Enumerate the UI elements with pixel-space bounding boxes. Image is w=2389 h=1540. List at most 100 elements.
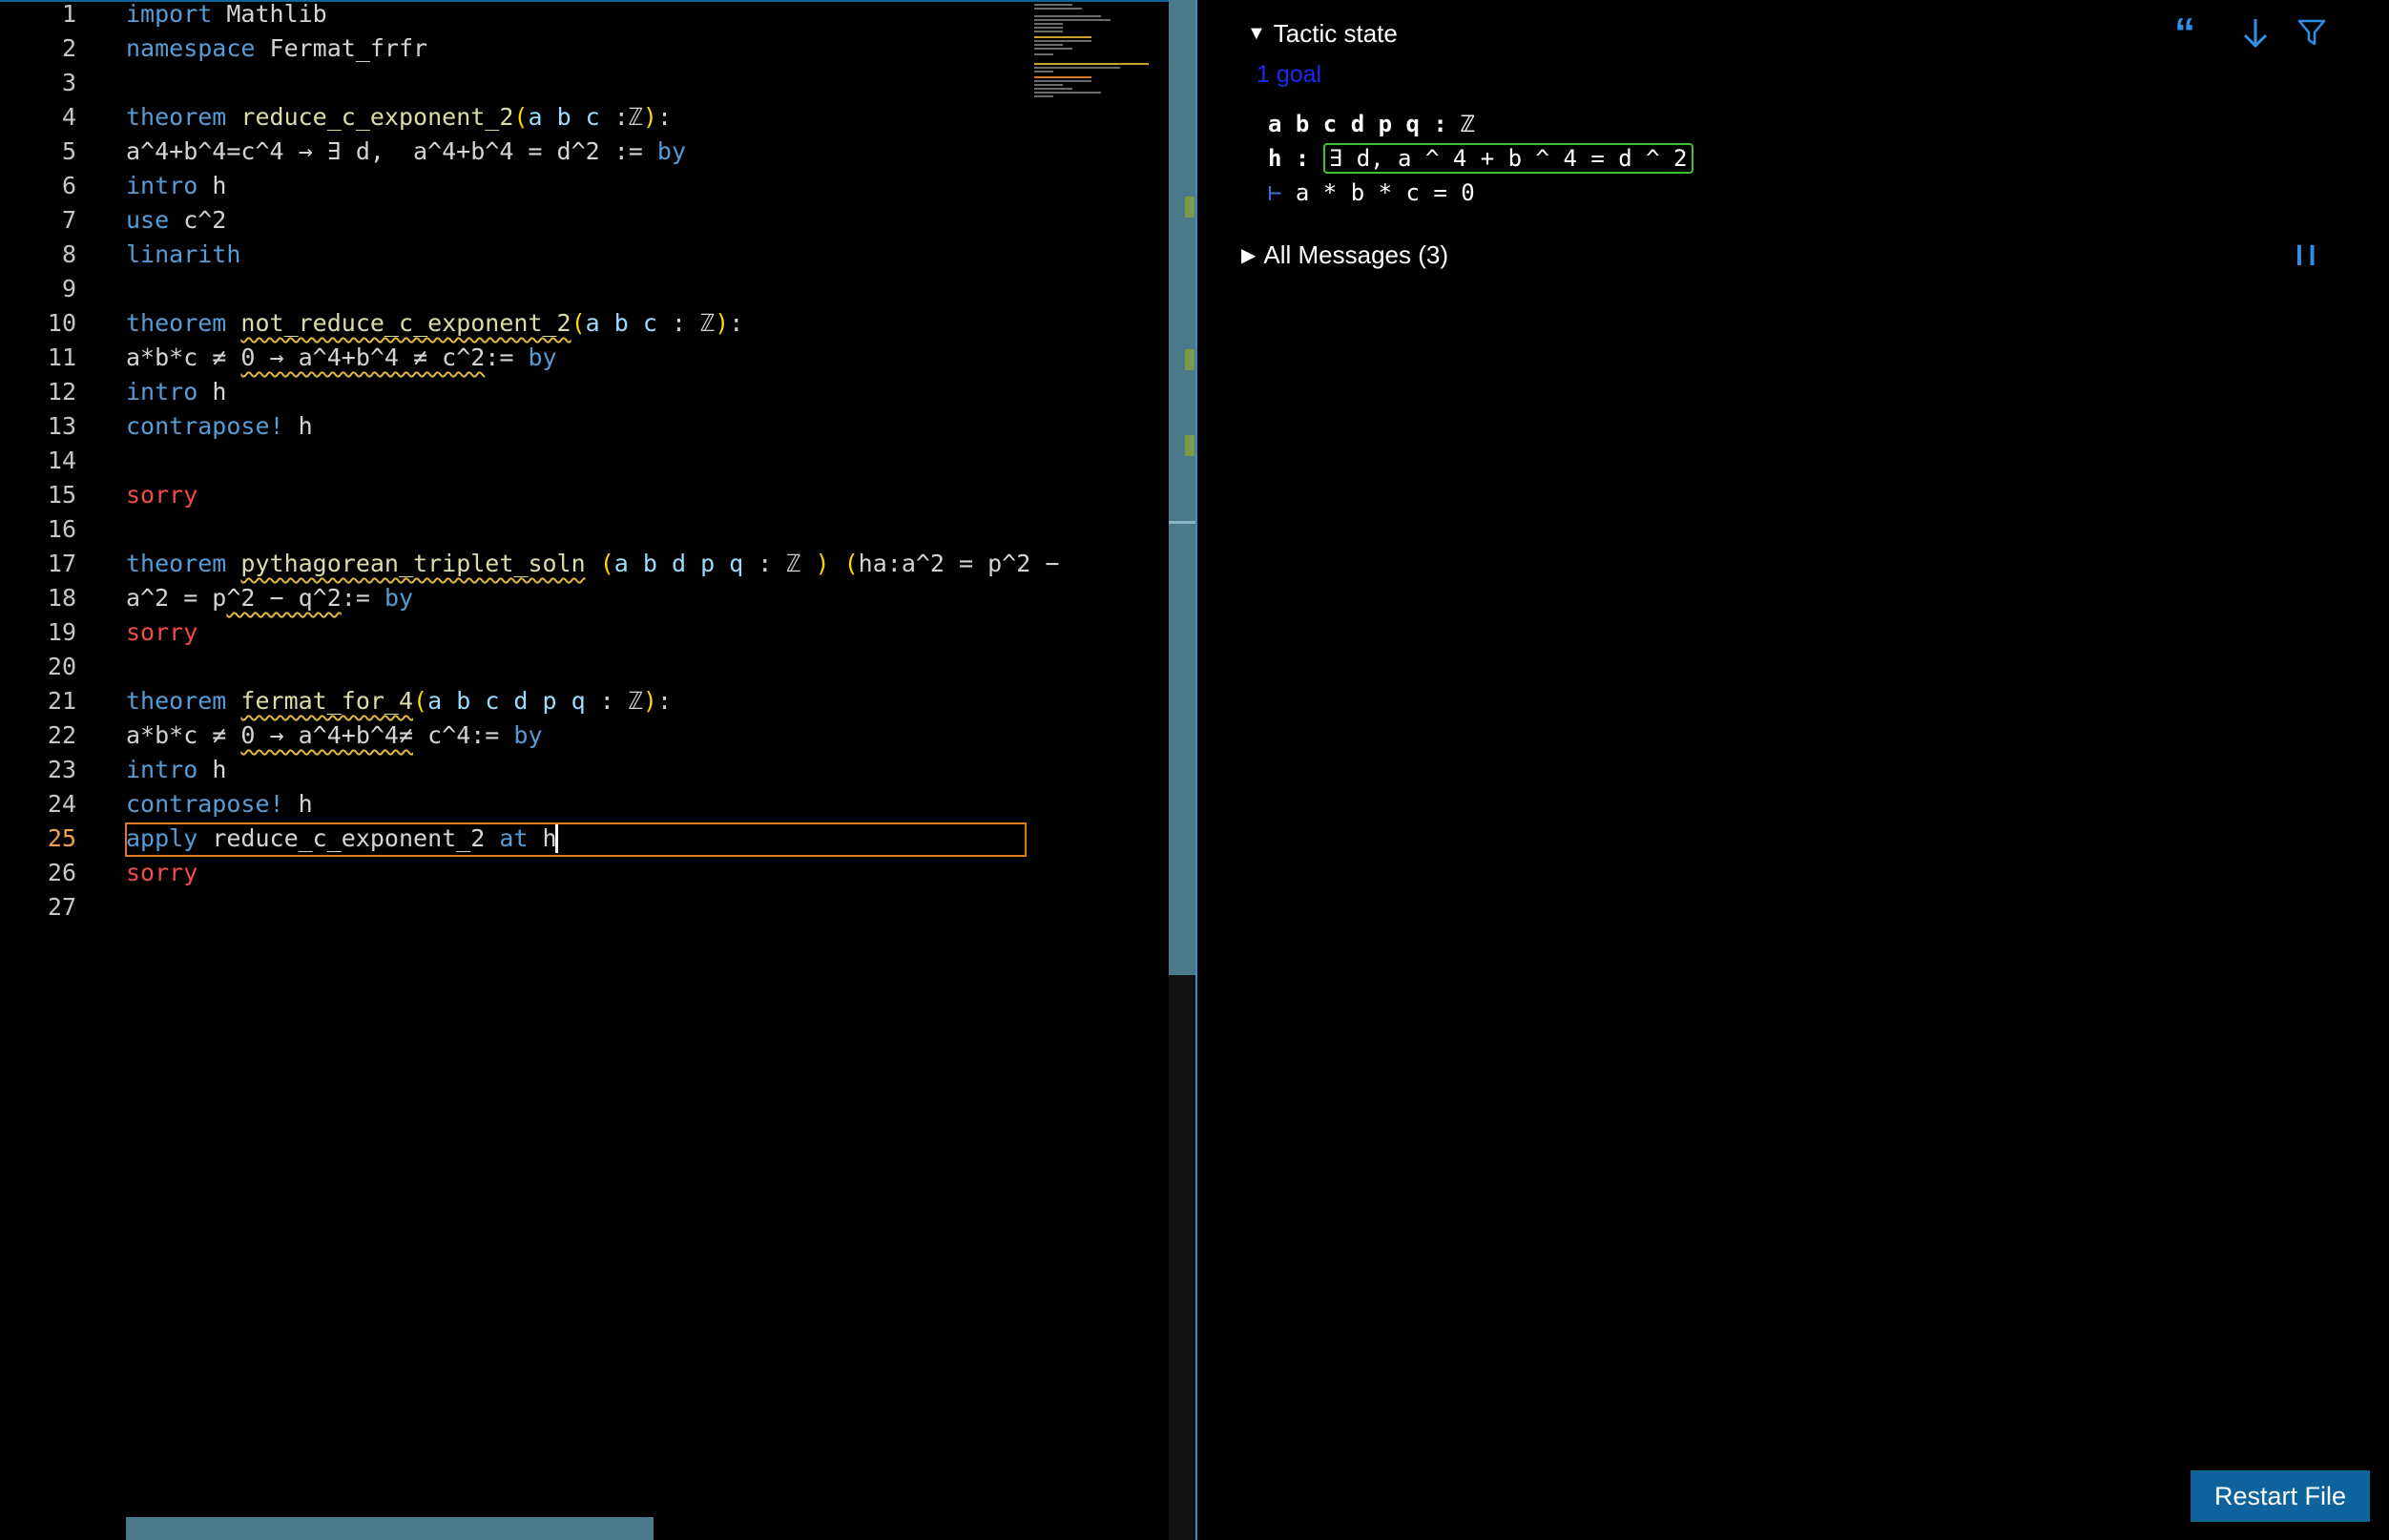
scroll-change-marker — [1185, 349, 1194, 370]
hyp-var-names: a b c d p q — [1268, 111, 1420, 137]
code-line[interactable]: 1 import Mathlib — [0, 0, 1174, 31]
code-line[interactable]: 23 intro h — [0, 753, 1174, 787]
code-text[interactable]: sorry — [126, 856, 197, 890]
code-token: ) — [815, 550, 830, 577]
hyp-h-expression[interactable]: ∃ d, a ^ 4 + b ^ 4 = d ^ 2 — [1322, 143, 1693, 174]
horizontal-scrollbar-thumb[interactable] — [126, 1517, 654, 1540]
code-text[interactable]: namespace Fermat_frfr — [126, 31, 427, 66]
code-text[interactable]: theorem fermat_for_4(a b c d p q : ℤ): — [126, 684, 672, 718]
code-text[interactable]: use c^2 — [126, 203, 226, 238]
code-line[interactable]: 15 sorry — [0, 478, 1174, 512]
code-line[interactable]: 12 intro h — [0, 375, 1174, 409]
code-token: ha:a^2 = p^2 − — [858, 550, 1060, 577]
code-token: : ℤ — [758, 550, 816, 577]
code-text[interactable]: a^2 = p^2 − q^2:= by — [126, 581, 413, 615]
quote-icon[interactable]: “ — [2174, 10, 2195, 57]
code-text[interactable]: import Mathlib — [126, 0, 327, 31]
code-token: contrapose! — [126, 412, 284, 440]
text-cursor — [554, 824, 558, 853]
code-token: h — [283, 412, 313, 440]
code-line[interactable]: 13 contrapose! h — [0, 409, 1174, 444]
code-token: namespace — [126, 34, 256, 62]
code-token: h — [197, 172, 227, 199]
code-token: := — [485, 343, 529, 371]
code-token: a*b*c ≠ — [126, 721, 241, 749]
code-token: h — [283, 790, 313, 818]
code-token: : — [729, 309, 744, 337]
goal-line[interactable]: ⊢ a * b * c = 0 — [1268, 176, 1475, 210]
code-line[interactable]: 6 intro h — [0, 169, 1174, 203]
code-line[interactable]: 21 theorem fermat_for_4(a b c d p q : ℤ): — [0, 684, 1174, 718]
code-token: ) — [642, 103, 657, 131]
code-text[interactable]: theorem pythagorean_triplet_soln (a b d … — [126, 547, 1059, 581]
code-text[interactable]: theorem not_reduce_c_exponent_2(a b c : … — [126, 306, 743, 341]
vertical-scrollbar-thumb[interactable] — [1169, 0, 1195, 975]
code-token: a^2 = p — [126, 584, 227, 612]
code-token: not_reduce_c_exponent_2 — [240, 309, 571, 337]
code-line[interactable]: 16 — [0, 512, 1174, 547]
code-text[interactable]: intro h — [126, 375, 226, 409]
code-text[interactable]: linarith — [126, 238, 240, 272]
minimap[interactable] — [1030, 0, 1170, 105]
code-text[interactable]: contrapose! h — [126, 409, 313, 444]
restart-file-button[interactable]: Restart File — [2191, 1470, 2370, 1522]
filter-icon[interactable] — [2296, 17, 2327, 55]
line-number: 18 — [47, 584, 76, 612]
scroll-position-marker — [1169, 521, 1195, 524]
triangle-down-icon: ▼ — [1247, 23, 1266, 44]
code-text[interactable]: sorry — [126, 615, 197, 650]
code-text[interactable]: intro h — [126, 169, 226, 203]
line-number: 2 — [61, 34, 76, 62]
scroll-change-marker — [1185, 435, 1194, 456]
code-line[interactable]: 17 theorem pythagorean_triplet_soln (a b … — [0, 547, 1174, 581]
goal-expression[interactable]: a * b * c = 0 — [1296, 179, 1475, 206]
code-token: sorry — [126, 618, 198, 646]
code-line[interactable]: 24 contrapose! h — [0, 787, 1174, 822]
line-number: 5 — [61, 137, 76, 165]
code-token: fermat_for_4 — [240, 687, 414, 715]
code-token: intro — [126, 172, 198, 199]
code-line[interactable]: 2 namespace Fermat_frfr — [0, 31, 1174, 66]
tactic-state-toggle[interactable]: ▼ Tactic state — [1247, 19, 1398, 49]
line-number: 8 — [61, 240, 76, 268]
code-text[interactable]: contrapose! h — [126, 787, 313, 822]
arrow-down-icon[interactable] — [2242, 17, 2269, 57]
code-line[interactable]: 8 linarith — [0, 238, 1174, 272]
code-line[interactable]: 11 a*b*c ≠ 0 → a^4+b^4 ≠ c^2:= by — [0, 341, 1174, 375]
line-number: 13 — [47, 412, 76, 440]
code-editor[interactable]: 1 import Mathlib 2 namespace Fermat_frfr 3 4 t… — [0, 0, 1195, 1540]
code-line[interactable]: 26 sorry — [0, 856, 1174, 890]
code-line[interactable]: 19 sorry — [0, 615, 1174, 650]
code-line[interactable]: 3 — [0, 66, 1174, 100]
line-number: 27 — [47, 893, 76, 921]
code-line[interactable]: 7 use c^2 — [0, 203, 1174, 238]
all-messages-toggle[interactable]: ▶ All Messages (3) — [1241, 240, 1448, 270]
code-line[interactable]: 9 — [0, 272, 1174, 306]
code-text[interactable]: a^4+b^4=c^4 → ∃ d, a^4+b^4 = d^2 := by — [126, 135, 686, 169]
code-line[interactable]: 20 — [0, 650, 1174, 684]
code-text[interactable]: a*b*c ≠ 0 → a^4+b^4≠ c^4:= by — [126, 718, 543, 753]
code-token: h — [197, 378, 227, 406]
code-line[interactable]: 5 a^4+b^4=c^4 → ∃ d, a^4+b^4 = d^2 := by — [0, 135, 1174, 169]
hypothesis-h[interactable]: h : ∃ d, a ^ 4 + b ^ 4 = d ^ 2 — [1268, 141, 1693, 176]
code-line[interactable]: 14 — [0, 444, 1174, 478]
code-token: a b c — [585, 309, 672, 337]
code-text[interactable]: intro h — [126, 753, 226, 787]
line-number: 7 — [61, 206, 76, 234]
code-line[interactable]: 10 theorem not_reduce_c_exponent_2(a b c … — [0, 306, 1174, 341]
code-line[interactable]: 4 theorem reduce_c_exponent_2(a b c :ℤ): — [0, 100, 1174, 135]
code-line[interactable]: 22 a*b*c ≠ 0 → a^4+b^4≠ c^4:= by — [0, 718, 1174, 753]
code-text[interactable]: theorem reduce_c_exponent_2(a b c :ℤ): — [126, 100, 672, 135]
current-line-highlight — [125, 822, 1027, 857]
code-token: Fermat_frfr — [255, 34, 428, 62]
code-text[interactable]: a*b*c ≠ 0 → a^4+b^4 ≠ c^2:= by — [126, 341, 557, 375]
code-text[interactable]: sorry — [126, 478, 197, 512]
line-number: 21 — [47, 687, 76, 715]
goal-count[interactable]: 1 goal — [1257, 61, 1321, 89]
hypothesis-vars[interactable]: a b c d p q : ℤ — [1268, 107, 1475, 141]
line-number: 20 — [47, 653, 76, 680]
code-line[interactable]: 18 a^2 = p^2 − q^2:= by — [0, 581, 1174, 615]
code-line[interactable]: 27 — [0, 890, 1174, 925]
pause-icon[interactable]: ❙❙ — [2292, 240, 2319, 269]
